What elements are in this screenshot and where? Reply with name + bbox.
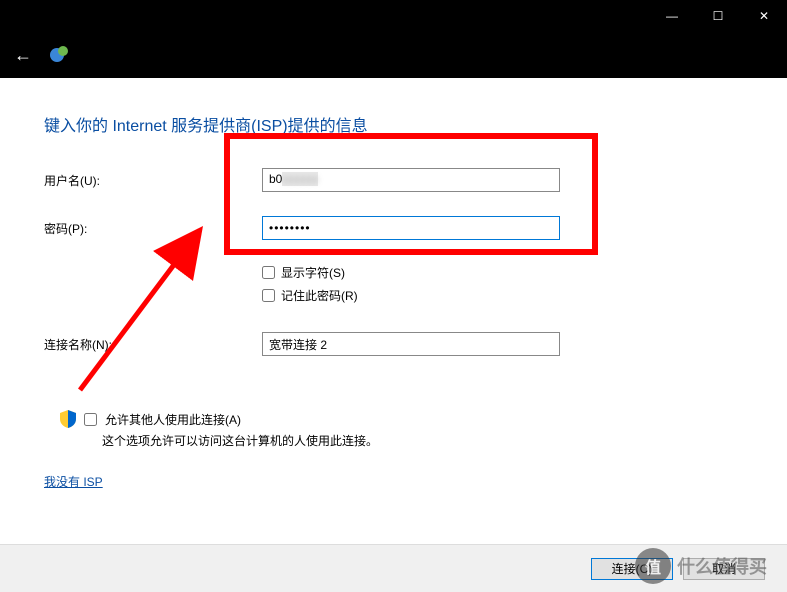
allow-others-desc: 这个选项允许可以访问这台计算机的人使用此连接。 [102,432,743,449]
username-row: 用户名(U): b0xxxxxx [44,168,743,192]
shield-icon [60,410,76,428]
maximize-button[interactable]: ☐ [695,0,741,32]
username-label: 用户名(U): [44,172,262,189]
password-row: 密码(P): [44,216,743,240]
remember-checkbox[interactable] [262,289,275,302]
connection-name-input[interactable] [262,332,560,356]
show-chars-checkbox[interactable] [262,266,275,279]
back-arrow-icon[interactable]: ← [14,45,32,66]
content-area: 键入你的 Internet 服务提供商(ISP)提供的信息 用户名(U): b0… [0,78,787,490]
show-chars-row: 显示字符(S) [262,264,743,281]
connect-button[interactable]: 连接(C) [591,558,673,580]
no-isp-link[interactable]: 我没有 ISP [44,473,103,490]
titlebar: — ☐ ✕ [0,0,787,32]
cancel-button[interactable]: 取消 [683,558,765,580]
show-chars-label: 显示字符(S) [281,264,345,281]
password-input[interactable] [262,216,560,240]
close-button[interactable]: ✕ [741,0,787,32]
connection-name-label: 连接名称(N): [44,336,262,353]
allow-block: 允许其他人使用此连接(A) 这个选项允许可以访问这台计算机的人使用此连接。 [60,410,743,449]
network-globe-icon [50,46,68,64]
minimize-button[interactable]: — [649,0,695,32]
connection-name-row: 连接名称(N): [44,332,743,356]
allow-others-checkbox[interactable] [84,413,97,426]
allow-others-label: 允许其他人使用此连接(A) [105,411,241,428]
navbar: ← [0,32,787,78]
username-input[interactable] [262,168,560,192]
page-title: 键入你的 Internet 服务提供商(ISP)提供的信息 [44,112,743,136]
remember-row: 记住此密码(R) [262,287,743,304]
footer: 连接(C) 取消 [0,544,787,592]
password-label: 密码(P): [44,220,262,237]
remember-label: 记住此密码(R) [281,287,358,304]
